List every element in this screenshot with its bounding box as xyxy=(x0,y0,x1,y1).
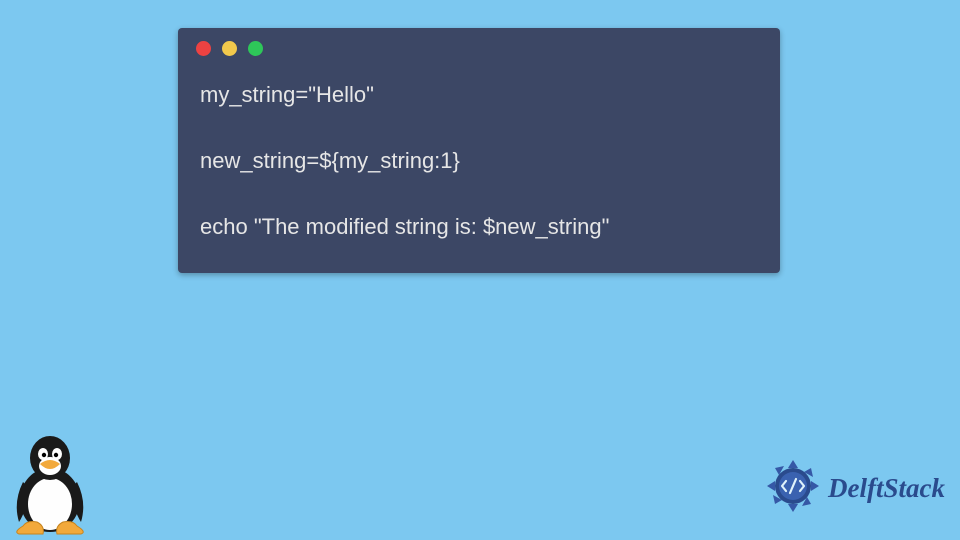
code-line: new_string=${my_string:1} xyxy=(200,144,758,177)
delftstack-brand: DelftStack xyxy=(764,457,945,520)
code-line: echo "The modified string is: $new_strin… xyxy=(200,210,758,243)
code-body: my_string="Hello" new_string=${my_string… xyxy=(178,68,780,273)
window-titlebar xyxy=(178,28,780,68)
blank-line xyxy=(200,111,758,144)
close-dot-icon xyxy=(196,41,211,56)
code-window: my_string="Hello" new_string=${my_string… xyxy=(178,28,780,273)
minimize-dot-icon xyxy=(222,41,237,56)
delftstack-logo-icon xyxy=(764,457,822,520)
delftstack-label: DelftStack xyxy=(828,473,945,504)
maximize-dot-icon xyxy=(248,41,263,56)
code-line: my_string="Hello" xyxy=(200,78,758,111)
tux-penguin-icon xyxy=(5,430,95,540)
blank-line xyxy=(200,177,758,210)
